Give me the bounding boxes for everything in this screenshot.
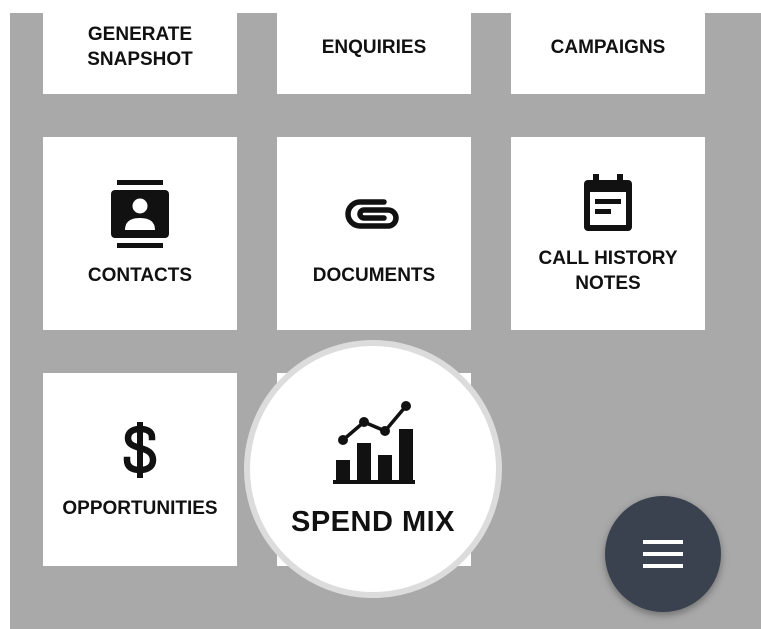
calendar-notes-icon	[581, 172, 635, 236]
tile-generate-snapshot[interactable]: GENERATE SNAPSHOT	[43, 0, 237, 94]
tile-contacts[interactable]: CONTACTS	[43, 137, 237, 330]
paperclip-icon	[344, 179, 404, 249]
tile-documents[interactable]: DOCUMENTS	[277, 137, 471, 330]
tile-label: OPPORTUNITIES	[62, 498, 218, 519]
tile-call-history-notes[interactable]: CALL HISTORY NOTES	[511, 137, 705, 330]
tile-label: DOCUMENTS	[312, 265, 436, 286]
dollar-icon	[122, 418, 158, 482]
tile-spend-mix[interactable]: SPEND MIX	[244, 340, 502, 598]
tile-enquiries[interactable]: ENQUIRIES	[277, 0, 471, 94]
tile-opportunities[interactable]: OPPORTUNITIES	[43, 373, 237, 566]
tile-label: SPEND MIX	[290, 505, 456, 538]
tile-campaigns[interactable]: CAMPAIGNS	[511, 0, 705, 94]
tile-label: CONTACTS	[87, 265, 193, 286]
tile-label: ENQUIRIES	[321, 36, 427, 58]
tile-label: CALL HISTORY NOTES	[538, 247, 678, 294]
hamburger-menu-icon	[643, 540, 683, 568]
tile-label: GENERATE SNAPSHOT	[87, 24, 193, 70]
bar-line-chart-icon	[331, 400, 415, 484]
menu-fab-button[interactable]	[605, 496, 721, 612]
tile-label: CAMPAIGNS	[550, 36, 666, 58]
contacts-icon	[111, 179, 169, 249]
